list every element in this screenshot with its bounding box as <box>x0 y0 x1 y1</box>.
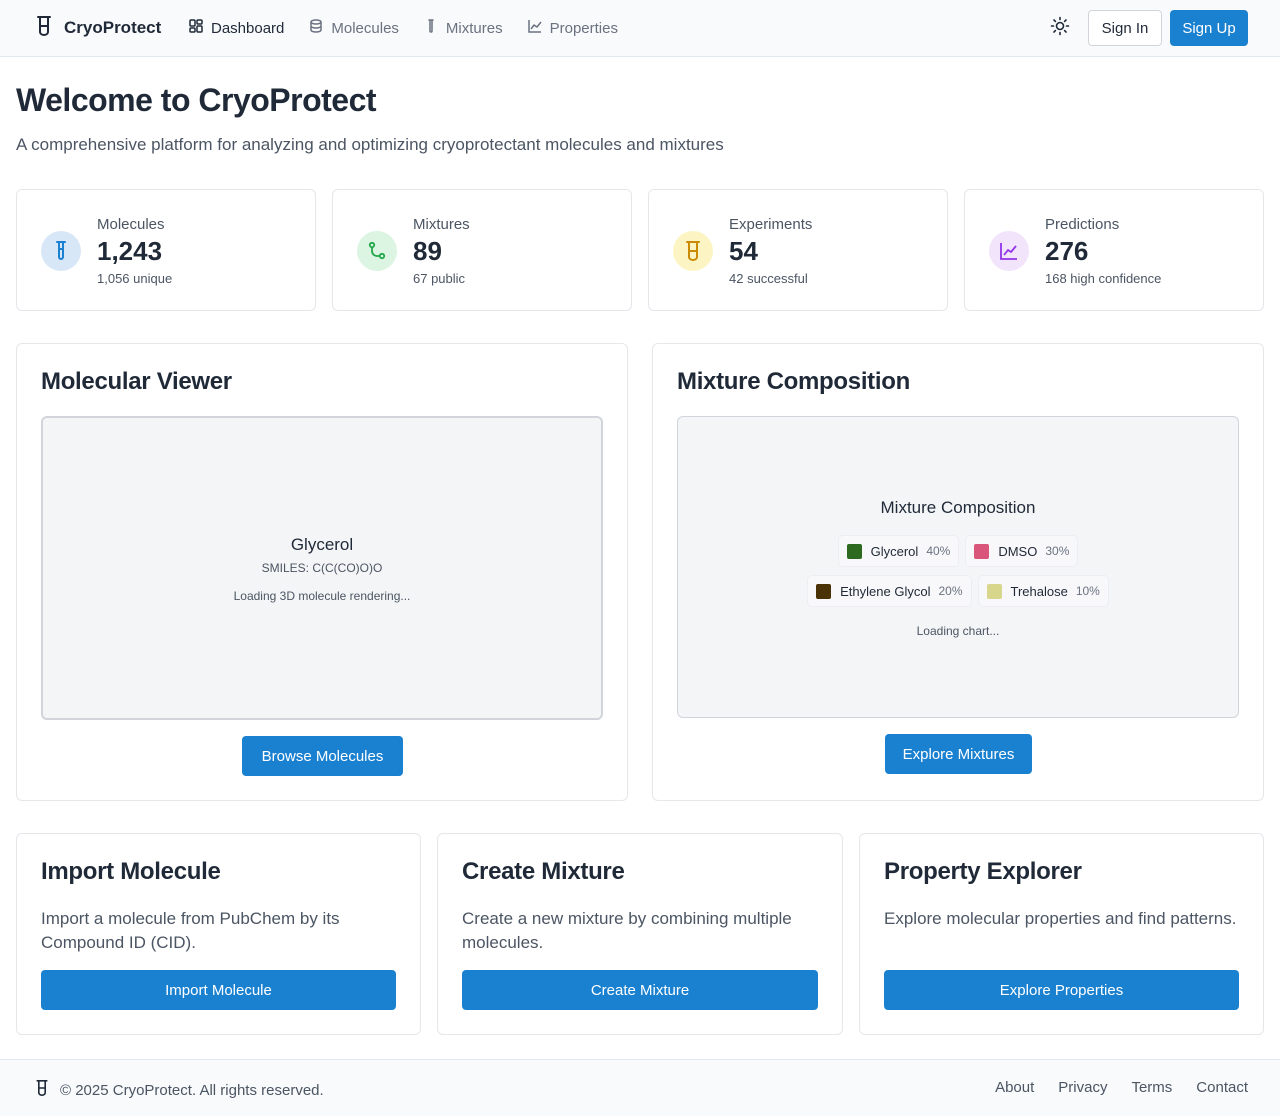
import-molecule-button[interactable]: Import Molecule <box>41 970 396 1010</box>
legend-swatch <box>816 583 832 599</box>
line-chart-icon <box>989 231 1029 271</box>
footer-link-contact[interactable]: Contact <box>1196 1079 1248 1096</box>
brand-link[interactable]: CryoProtect <box>34 15 162 42</box>
legend-item-ethylene-glycol: Ethylene Glycol 20% <box>808 576 971 606</box>
legend-item-trehalose: Trehalose 10% <box>978 576 1108 606</box>
nav-properties-label: Properties <box>549 19 618 37</box>
beaker-icon <box>673 231 713 271</box>
stat-subtext: 67 public <box>413 271 466 286</box>
line-chart-icon <box>527 18 543 38</box>
legend-percent: 30% <box>1045 544 1070 558</box>
nav-mixtures-label: Mixtures <box>445 19 503 37</box>
legend-swatch <box>974 543 990 559</box>
molecule-smiles: SMILES: C(C(CO)O)O <box>261 561 383 575</box>
viewer-loading-text: Loading 3D molecule rendering... <box>233 589 411 603</box>
stat-subtext: 168 high confidence <box>1045 271 1162 286</box>
nav-molecules[interactable]: Molecules <box>308 18 399 38</box>
legend-item-dmso: DMSO 30% <box>966 536 1078 566</box>
nav-dashboard-label: Dashboard <box>211 19 285 37</box>
footer: © 2025 CryoProtect. All rights reserved.… <box>0 1059 1280 1116</box>
stat-label: Predictions <box>1045 216 1120 233</box>
beaker-logo-icon <box>34 15 54 42</box>
mixture-chart-area: Mixture Composition Glycerol 40% DMSO 30… <box>677 416 1239 718</box>
card-title: Property Explorer <box>884 858 1082 885</box>
stat-value: 54 <box>729 236 758 266</box>
stat-value: 276 <box>1045 236 1089 266</box>
page-title: Welcome to CryoProtect <box>16 82 377 118</box>
footer-links: About Privacy Terms Contact <box>995 1079 1248 1096</box>
git-merge-icon <box>357 231 397 271</box>
footer-link-privacy[interactable]: Privacy <box>1058 1079 1107 1096</box>
legend-row: Ethylene Glycol 20% Trehalose 10% <box>678 576 1238 606</box>
chart-loading-text: Loading chart... <box>916 624 1000 638</box>
browse-molecules-button[interactable]: Browse Molecules <box>242 736 403 776</box>
panel-title: Mixture Composition <box>677 368 910 395</box>
legend-row: Glycerol 40% DMSO 30% <box>678 536 1238 566</box>
molecule-3d-viewer[interactable]: Glycerol SMILES: C(C(CO)O)O Loading 3D m… <box>41 416 603 720</box>
panel-title: Molecular Viewer <box>41 368 232 395</box>
legend-percent: 40% <box>926 544 951 558</box>
stat-card-experiments: Experiments 54 42 successful <box>648 189 948 311</box>
copyright-text: © 2025 CryoProtect. All rights reserved. <box>60 1081 324 1099</box>
footer-brand: © 2025 CryoProtect. All rights reserved. <box>34 1079 324 1101</box>
theme-toggle-button[interactable] <box>1048 16 1072 40</box>
stat-card-molecules: Molecules 1,243 1,056 unique <box>16 189 316 311</box>
legend-percent: 20% <box>938 584 963 598</box>
legend-item-glycerol: Glycerol 40% <box>838 536 959 566</box>
explore-properties-button[interactable]: Explore Properties <box>884 970 1239 1010</box>
main-nav: Dashboard Molecules Mixtures Properties <box>188 17 618 39</box>
sun-icon <box>1050 16 1070 41</box>
stat-label: Mixtures <box>413 216 470 233</box>
card-title: Import Molecule <box>41 858 221 885</box>
page-subtitle: A comprehensive platform for analyzing a… <box>16 135 724 154</box>
stat-card-predictions: Predictions 276 168 high confidence <box>964 189 1264 311</box>
nav-molecules-label: Molecules <box>331 19 399 37</box>
card-title: Create Mixture <box>462 858 625 885</box>
sign-up-button[interactable]: Sign Up <box>1170 10 1248 46</box>
card-description: Import a molecule from PubChem by its Co… <box>41 909 340 952</box>
molecular-viewer-panel: Molecular Viewer Glycerol SMILES: C(C(CO… <box>16 343 628 801</box>
stat-value: 1,243 <box>97 236 163 266</box>
molecule-name: Glycerol <box>290 535 354 554</box>
legend-label: Ethylene Glycol <box>840 583 931 599</box>
legend-swatch <box>986 583 1002 599</box>
legend-label: Trehalose <box>1010 583 1068 599</box>
test-tube-icon <box>423 18 439 38</box>
footer-link-about[interactable]: About <box>995 1079 1034 1096</box>
top-navbar: CryoProtect Dashboard Molecules Mixtures… <box>0 0 1280 57</box>
stat-subtext: 1,056 unique <box>97 271 173 286</box>
card-description: Explore molecular properties and find pa… <box>884 909 1237 928</box>
dashboard-icon <box>188 18 204 38</box>
mixture-composition-panel: Mixture Composition Mixture Composition … <box>652 343 1264 801</box>
explore-mixtures-button[interactable]: Explore Mixtures <box>885 734 1032 774</box>
nav-mixtures[interactable]: Mixtures <box>423 18 503 38</box>
nav-properties[interactable]: Properties <box>527 18 618 38</box>
stat-card-mixtures: Mixtures 89 67 public <box>332 189 632 311</box>
import-molecule-card: Import Molecule Import a molecule from P… <box>16 833 421 1035</box>
card-description: Create a new mixture by combining multip… <box>462 909 792 952</box>
stat-label: Molecules <box>97 216 165 233</box>
test-tube-icon <box>41 231 81 271</box>
legend-label: DMSO <box>998 543 1038 559</box>
nav-dashboard[interactable]: Dashboard <box>188 18 284 38</box>
sign-in-button[interactable]: Sign In <box>1088 10 1162 46</box>
brand-name: CryoProtect <box>64 18 162 37</box>
create-mixture-button[interactable]: Create Mixture <box>462 970 818 1010</box>
stat-value: 89 <box>413 236 442 266</box>
legend-label: Glycerol <box>870 543 919 559</box>
create-mixture-card: Create Mixture Create a new mixture by c… <box>437 833 843 1035</box>
legend-swatch <box>846 543 862 559</box>
chart-title: Mixture Composition <box>880 498 1036 517</box>
property-explorer-card: Property Explorer Explore molecular prop… <box>859 833 1264 1035</box>
footer-link-terms[interactable]: Terms <box>1131 1079 1172 1096</box>
stat-label: Experiments <box>729 216 813 233</box>
stat-subtext: 42 successful <box>729 271 808 286</box>
legend-percent: 10% <box>1075 584 1100 598</box>
database-icon <box>308 18 324 38</box>
beaker-logo-icon <box>34 1079 50 1101</box>
